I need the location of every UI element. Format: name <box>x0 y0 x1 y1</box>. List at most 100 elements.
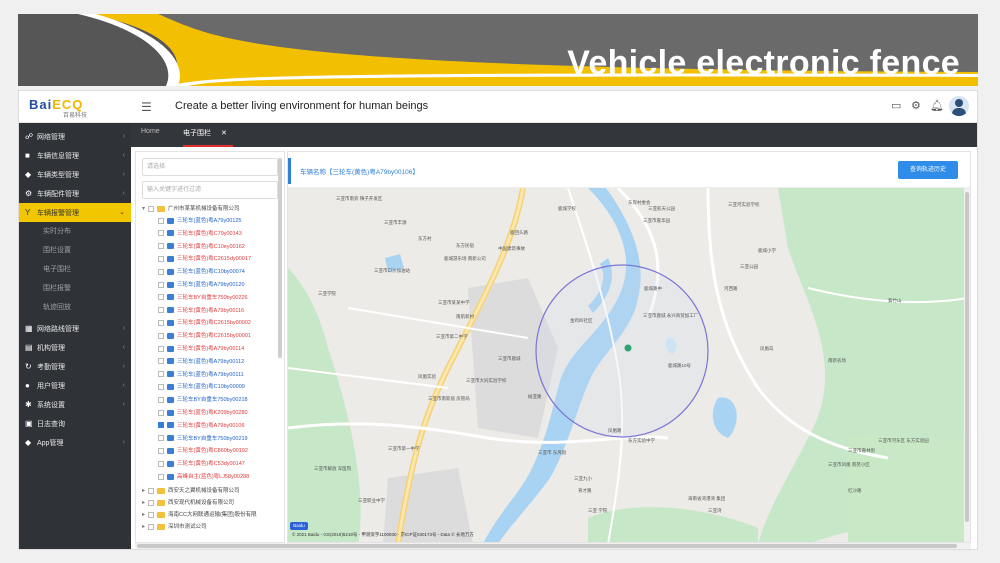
checkbox[interactable] <box>158 281 164 288</box>
tree-vehicle-node[interactable]: 三轮车(黄色)粤A79by00106 <box>158 421 245 431</box>
sidebar-subitem[interactable]: 围栏设置 <box>19 241 131 260</box>
tree-vehicle-node[interactable]: 三轮车(蓝色)粤K209by00280 <box>158 408 248 418</box>
checkbox[interactable] <box>148 523 154 530</box>
close-icon[interactable]: ✕ <box>221 130 227 137</box>
org-select[interactable]: 请选择 <box>142 158 278 176</box>
sidebar-item-vehicle-type[interactable]: ◆ 车辆类型管理 ‹ <box>19 165 131 184</box>
tree-vehicle-node[interactable]: 三轮车(黄色)粤A79by00114 <box>158 344 244 354</box>
tree-vehicle-node[interactable]: 三轮车(蓝色)粤A79y00125 <box>158 216 242 226</box>
checkbox[interactable] <box>158 319 164 326</box>
sidebar-subitem[interactable]: 轨迹回放 <box>19 298 131 317</box>
horizontal-scrollbar[interactable] <box>135 543 971 549</box>
checkbox[interactable] <box>158 473 164 480</box>
checkbox[interactable] <box>158 371 164 378</box>
sidebar-subitem[interactable]: 实时分布 <box>19 222 131 241</box>
tree-vehicle-node[interactable]: 三轮车BY自重车750by00218 <box>158 395 248 405</box>
tree-vehicle-node[interactable]: 三轮车(黄色)粤C860by00192 <box>158 446 248 456</box>
tree-vehicle-node[interactable]: 三轮车(黄色)粤C2615by00002 <box>158 318 251 328</box>
tree-vehicle-node[interactable]: 三轮车(黄色)粤C79y00143 <box>158 229 242 239</box>
tree-vehicle-node[interactable]: 高峰自主(蓝色)粤LJ58y00288 <box>158 472 249 482</box>
map-vertical-scrollbar[interactable] <box>964 188 970 542</box>
filter-input[interactable]: 输入关键字进行过滤 <box>142 181 278 199</box>
checkbox[interactable] <box>158 307 164 314</box>
checkbox[interactable] <box>158 294 164 301</box>
gear-icon[interactable]: ⚙ <box>911 99 921 112</box>
map-place-label: 三亚市嘉华园 <box>643 218 670 223</box>
checkbox[interactable] <box>158 217 164 224</box>
checkbox[interactable] <box>158 460 164 467</box>
checkbox[interactable] <box>158 383 164 390</box>
tree-vehicle-node[interactable]: 三轮车(蓝色)粤C10by00009 <box>158 382 245 392</box>
vehicle-label: 三轮车(蓝色)粤A79by00112 <box>177 358 245 365</box>
sidebar-item-settings[interactable]: ✱ 系统设置 ‹ <box>19 395 131 414</box>
tree-vehicle-node[interactable]: 三轮车(蓝色)粤C10by00074 <box>158 267 245 277</box>
map-place-label: 鹿城游乐场 南新公司 <box>444 256 486 261</box>
slogan: Create a better living environment for h… <box>175 100 429 112</box>
checkbox[interactable] <box>148 511 154 518</box>
sidebar-item-logs[interactable]: ▣ 日志查询 <box>19 414 131 433</box>
folder-icon <box>157 487 165 494</box>
tree-scrollbar[interactable] <box>278 158 282 358</box>
sidebar-item-vehicle-parts[interactable]: ⚙ 车辆配件管理 ‹ <box>19 184 131 203</box>
tree-org-node[interactable]: ▾ 广州市某某机械设备有限公司 <box>142 204 240 214</box>
tree-org-node[interactable]: ▸ 深圳市测试公司 <box>142 522 207 532</box>
sidebar-item-users[interactable]: ● 用户管理 ‹ <box>19 376 131 395</box>
tree-vehicle-node[interactable]: 三轮车BY自重车750by00226 <box>158 293 248 303</box>
tab-electronic-fence[interactable]: 电子围栏 ✕ <box>183 128 227 138</box>
checkbox[interactable] <box>158 447 164 454</box>
tree-vehicle-node[interactable]: 三轮车(黄色)粤C2615by00001 <box>158 331 251 341</box>
tree-vehicle-node[interactable]: 三轮车(黄色)粤C2615dy00017 <box>158 254 251 264</box>
map-canvas[interactable]: 三亚市南旁 镇子开发区 鹿城学校 东岸村委会 三亚市丰源 东方村 东方民宿 鹿回头路 鹿城游乐… <box>288 188 968 542</box>
folder-icon <box>157 511 165 518</box>
diamond-icon: ◆ <box>25 438 32 447</box>
tree-org-node[interactable]: ▸ 海南CC大网联通运输(集团)股份有限 <box>142 510 257 520</box>
map-place-label: 三亚市河东区 东方实验园 <box>878 438 929 443</box>
tree-org-node[interactable]: ▸ 西安天之翼机械设备有限公司 <box>142 486 240 496</box>
sidebar-item-vehicle-alarm[interactable]: Y 车辆报警管理 ⌄ <box>19 203 131 222</box>
sidebar-item-attendance[interactable]: ↻ 考勤管理 ‹ <box>19 357 131 376</box>
map-place-label: 三亚学院 <box>318 291 336 296</box>
tree-vehicle-node[interactable]: 三轮车(黄色)粤A79by00116 <box>158 306 244 316</box>
checkbox[interactable] <box>158 435 164 442</box>
checkbox[interactable] <box>158 396 164 403</box>
checkbox[interactable] <box>158 268 164 275</box>
sidebar-subitem[interactable]: 围栏报警 <box>19 279 131 298</box>
tree-vehicle-node[interactable]: 三轮车(蓝色)粤A79by00120 <box>158 280 245 290</box>
monitor-icon[interactable]: ▭ <box>891 99 901 112</box>
vehicle-icon <box>167 294 174 301</box>
sidebar-item-org[interactable]: ▤ 机构管理 ‹ <box>19 338 131 357</box>
checkbox[interactable] <box>158 243 164 250</box>
user-avatar-icon[interactable] <box>949 96 969 116</box>
checkbox[interactable] <box>158 332 164 339</box>
checkbox[interactable] <box>158 409 164 416</box>
vehicle-label: 三轮车(黄色)粤A79by00106 <box>177 422 245 429</box>
sidebar-item-vehicle-info[interactable]: ■ 车辆信息管理 ‹ <box>19 146 131 165</box>
checkbox[interactable] <box>158 345 164 352</box>
checkbox[interactable] <box>158 230 164 237</box>
tab-home[interactable]: Home <box>141 128 160 135</box>
tree-org-node[interactable]: ▸ 西安现代机械设备有限公司 <box>142 498 234 508</box>
map-header: 车辆名称【三轮车(黄色)粤A79by00106】 查询轨迹历史 <box>288 152 970 188</box>
checkbox[interactable] <box>158 255 164 262</box>
sidebar-item-app[interactable]: ◆ App管理 ‹ <box>19 433 131 452</box>
sidebar-item-network[interactable]: ☍ 网络管理 ‹ <box>19 127 131 146</box>
tree-vehicle-node[interactable]: 三轮车(蓝色)粤A79by00111 <box>158 370 244 380</box>
tree-vehicle-node[interactable]: 三轮车(黄色)粤C53dy00147 <box>158 459 245 469</box>
hamburger-icon[interactable]: ☰ <box>141 100 152 114</box>
chevron-left-icon: ‹ <box>122 439 125 446</box>
checkbox[interactable] <box>158 358 164 365</box>
checkbox[interactable] <box>148 205 154 212</box>
bell-icon[interactable]: 🔔︎ <box>930 99 944 112</box>
vehicle-icon <box>167 460 174 467</box>
sidebar-item-route[interactable]: ▦ 网络路线管理 ‹ <box>19 319 131 338</box>
tree-vehicle-node[interactable]: 三轮车BY自重车750by00219 <box>158 434 248 444</box>
map-place-label: 三亚市口沙加油站 <box>374 268 410 273</box>
tree-vehicle-node[interactable]: 三轮车(黄色)粤C10ey00162 <box>158 242 245 252</box>
query-history-button[interactable]: 查询轨迹历史 <box>898 161 958 179</box>
tree-vehicle-node[interactable]: 三轮车(蓝色)粤A79by00112 <box>158 357 244 367</box>
logo: BaiECQ 百易科技 <box>29 97 88 119</box>
checkbox[interactable] <box>148 487 154 494</box>
checkbox[interactable] <box>158 422 164 429</box>
sidebar-subitem[interactable]: 电子围栏 <box>19 260 131 279</box>
checkbox[interactable] <box>148 499 154 506</box>
